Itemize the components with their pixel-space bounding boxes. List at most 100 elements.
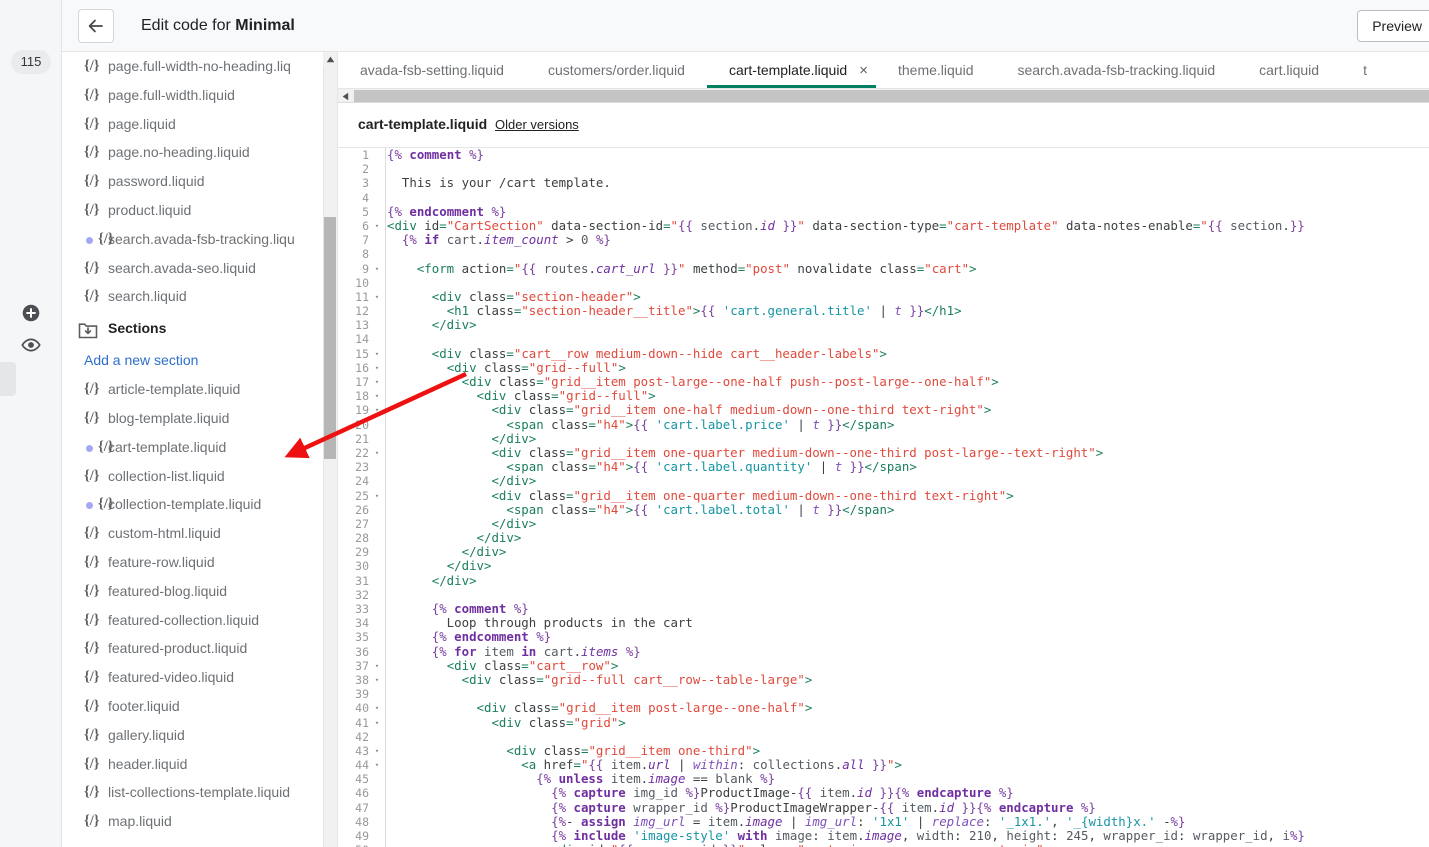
code-line — [387, 247, 1429, 261]
preview-button[interactable]: Preview — [1357, 10, 1429, 42]
code-line: <span class="h4">{{ 'cart.label.total' |… — [387, 503, 1429, 517]
file-list-item[interactable]: {/}list-collections-template.liquid — [62, 778, 324, 807]
code-line — [387, 162, 1429, 176]
code-line: {% endcomment %} — [387, 205, 1429, 219]
editor-tab[interactable]: cart.liquid — [1237, 52, 1341, 88]
back-button[interactable] — [78, 9, 114, 43]
code-line: <div class="grid__item one-half medium-d… — [387, 403, 1429, 417]
line-number: 4 — [338, 191, 385, 205]
fold-toggle-icon[interactable]: ▾ — [373, 389, 381, 403]
code-line: <span class="h4">{{ 'cart.label.price' |… — [387, 418, 1429, 432]
fold-toggle-icon[interactable]: ▾ — [373, 673, 381, 687]
editor-tab[interactable]: theme.liquid — [876, 52, 996, 88]
code-line — [387, 191, 1429, 205]
file-name-label: list-collections-template.liquid — [108, 784, 290, 800]
file-list-item[interactable]: {/}featured-collection.liquid — [62, 606, 324, 635]
code-file-icon: {/} — [84, 254, 99, 283]
file-list-item[interactable]: {/}featured-video.liquid — [62, 663, 324, 692]
older-versions-link[interactable]: Older versions — [495, 117, 579, 132]
file-list-item[interactable]: {/}page.full-width.liquid — [62, 81, 324, 110]
file-name-label: gallery.liquid — [108, 727, 185, 743]
scroll-up-arrow-icon[interactable] — [323, 52, 337, 67]
line-number: 10 — [338, 276, 385, 290]
file-list-item[interactable]: {/}collection-list.liquid — [62, 462, 324, 491]
code-file-icon: {/} — [84, 110, 99, 139]
file-list-item[interactable]: {/}cart-template.liquid — [62, 433, 324, 462]
code-line: <div class="section-header"> — [387, 290, 1429, 304]
fold-toggle-icon[interactable]: ▾ — [373, 375, 381, 389]
sidebar-scrollbar[interactable] — [323, 52, 337, 847]
fold-toggle-icon[interactable]: ▾ — [373, 489, 381, 503]
code-line: <div class="grid__item one-quarter mediu… — [387, 489, 1429, 503]
line-number: 11▾ — [338, 290, 385, 304]
fold-toggle-icon[interactable]: ▾ — [373, 290, 381, 304]
tabbar-scrollbar-thumb[interactable] — [354, 90, 1429, 102]
code-file-icon: {/} — [98, 433, 113, 462]
file-list-item[interactable]: {/}feature-row.liquid — [62, 548, 324, 577]
file-name-label: password.liquid — [108, 173, 205, 189]
sidebar-scrollbar-thumb[interactable] — [324, 217, 336, 459]
file-name-label: search.avada-seo.liquid — [108, 260, 256, 276]
close-icon[interactable]: × — [859, 53, 868, 88]
code-content[interactable]: {% comment %} This is your /cart templat… — [387, 148, 1429, 847]
folder-download-icon — [78, 318, 98, 352]
file-list-item[interactable]: {/}map.liquid — [62, 807, 324, 836]
code-line: </div> — [387, 432, 1429, 446]
file-list-item[interactable]: {/}page.full-width-no-heading.liq — [62, 52, 324, 81]
file-name-label: custom-html.liquid — [108, 525, 221, 541]
add-new-section-link[interactable]: Add a new section — [62, 345, 324, 375]
file-list-item[interactable]: {/}search.liquid — [62, 282, 324, 311]
fold-toggle-icon[interactable]: ▾ — [373, 347, 381, 361]
file-list-item[interactable]: {/}featured-blog.liquid — [62, 577, 324, 606]
code-file-icon: {/} — [84, 548, 99, 577]
fold-toggle-icon[interactable]: ▾ — [373, 716, 381, 730]
add-circle-icon[interactable] — [21, 303, 41, 323]
line-number: 12 — [338, 304, 385, 318]
file-list-item[interactable]: {/}article-template.liquid — [62, 375, 324, 404]
fold-toggle-icon[interactable]: ▾ — [373, 262, 381, 276]
scroll-left-arrow-icon[interactable] — [338, 89, 353, 103]
eye-icon[interactable] — [21, 335, 41, 355]
file-list-item[interactable]: {/}page.liquid — [62, 110, 324, 139]
editor-tab[interactable]: customers/order.liquid — [526, 52, 707, 88]
code-pane[interactable]: 123456▾789▾1011▾12131415▾16▾17▾18▾19▾202… — [338, 148, 1429, 847]
editor-tab-label: avada-fsb-setting.liquid — [360, 62, 504, 78]
file-list-item[interactable]: {/}product.liquid — [62, 196, 324, 225]
file-list-item[interactable]: {/}collection-template.liquid — [62, 490, 324, 519]
file-list-item[interactable]: {/}blog-template.liquid — [62, 404, 324, 433]
editor-tab[interactable]: avada-fsb-setting.liquid — [338, 52, 526, 88]
editor-tab[interactable]: search.avada-fsb-tracking.liquid — [995, 52, 1237, 88]
notification-count-badge[interactable]: 115 — [11, 50, 51, 74]
file-list-item[interactable]: {/}password.liquid — [62, 167, 324, 196]
line-number: 26 — [338, 503, 385, 517]
fold-toggle-icon[interactable]: ▾ — [373, 744, 381, 758]
file-list-item[interactable]: {/}header.liquid — [62, 750, 324, 779]
tabbar-horizontal-scrollbar[interactable] — [338, 88, 1429, 103]
code-file-icon: {/} — [84, 606, 99, 635]
code-line: <div id="CartSection" data-section-id="{… — [387, 219, 1429, 233]
file-list-item[interactable]: {/}search.avada-fsb-tracking.liqu — [62, 225, 324, 254]
file-name-label: page.full-width.liquid — [108, 87, 235, 103]
file-list-item[interactable]: {/}gallery.liquid — [62, 721, 324, 750]
file-list-item[interactable]: {/}custom-html.liquid — [62, 519, 324, 548]
fold-toggle-icon[interactable]: ▾ — [373, 843, 381, 847]
fold-toggle-icon[interactable]: ▾ — [373, 701, 381, 715]
fold-toggle-icon[interactable]: ▾ — [373, 403, 381, 417]
file-list-item[interactable]: {/}footer.liquid — [62, 692, 324, 721]
fold-toggle-icon[interactable]: ▾ — [373, 659, 381, 673]
fold-toggle-icon[interactable]: ▾ — [373, 361, 381, 375]
file-list-item[interactable]: {/} search.avada-seo.liquid — [62, 254, 324, 283]
fold-toggle-icon[interactable]: ▾ — [373, 219, 381, 233]
line-number: 20 — [338, 418, 385, 432]
code-line: <div class="grid__item one-quarter mediu… — [387, 446, 1429, 460]
editor-tab-active[interactable]: cart-template.liquid× — [707, 52, 876, 88]
code-line: <div class="grid__item post-large--one-h… — [387, 375, 1429, 389]
fold-toggle-icon[interactable]: ▾ — [373, 758, 381, 772]
fold-toggle-icon[interactable]: ▾ — [373, 446, 381, 460]
file-list-item[interactable]: {/}featured-product.liquid — [62, 634, 324, 663]
sections-group-header[interactable]: Sections — [62, 311, 324, 345]
file-list: {/}page.full-width-no-heading.liq{/}page… — [62, 52, 324, 836]
current-file-name: cart-template.liquid — [358, 116, 487, 132]
file-list-item[interactable]: {/}page.no-heading.liquid — [62, 138, 324, 167]
editor-tab[interactable]: t — [1341, 52, 1389, 88]
